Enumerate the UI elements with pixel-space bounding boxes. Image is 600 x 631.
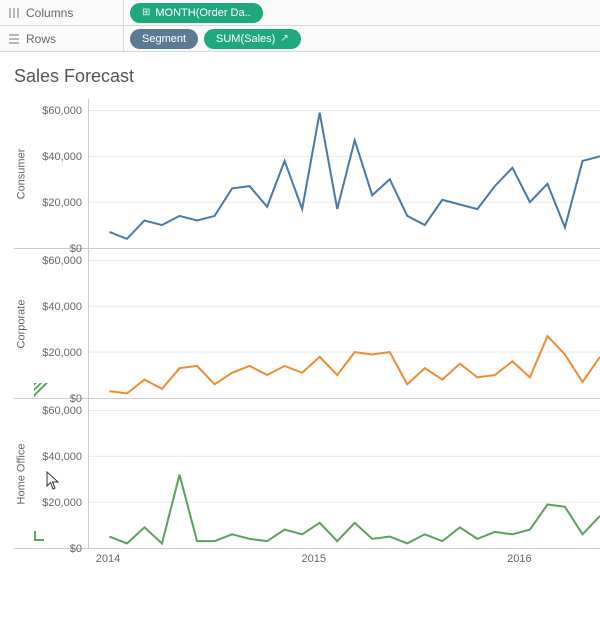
y-tick: $20,000 [42, 497, 82, 509]
panel-corporate: Corporate$0$20,000$40,000$60,000 [14, 249, 600, 399]
series-line-corporate[interactable] [109, 336, 600, 393]
y-tick: $20,000 [42, 197, 82, 209]
x-tick: 2016 [507, 553, 531, 565]
plus-icon: ⊞ [142, 7, 150, 18]
segment-label: Corporate [14, 249, 28, 398]
panel-consumer: Consumer$0$20,000$40,000$60,000 [14, 99, 600, 249]
y-tick: $40,000 [42, 451, 82, 463]
y-axis: $0$20,000$40,000$60,000 [28, 249, 88, 398]
y-tick: $60,000 [42, 405, 82, 417]
y-tick: $0 [70, 543, 82, 555]
rows-label-text: Rows [26, 32, 56, 46]
pill-sum-sales[interactable]: SUM(Sales) ↗ [204, 29, 301, 49]
y-axis: $0$20,000$40,000$60,000 [28, 399, 88, 548]
pill-label: Segment [142, 33, 186, 45]
series-line-home-office[interactable] [109, 475, 600, 544]
columns-shelf-label: Columns [0, 0, 124, 25]
rows-shelf[interactable]: Rows Segment SUM(Sales) ↗ [0, 26, 600, 52]
rows-icon [8, 33, 20, 45]
y-tick: $40,000 [42, 151, 82, 163]
pill-segment[interactable]: Segment [130, 29, 198, 49]
y-axis: $0$20,000$40,000$60,000 [28, 99, 88, 248]
rows-shelf-label: Rows [0, 26, 124, 51]
viz-container: Consumer $0 $20,000 $40,000 $60,000 Corporate… [0, 99, 600, 579]
panel-home-office: Home Office$0$20,000$40,000$60,000 [14, 399, 600, 549]
pill-label: MONTH(Order Da.. [155, 7, 250, 19]
y-tick: $20,000 [42, 347, 82, 359]
rows-pills: Segment SUM(Sales) ↗ [124, 29, 301, 49]
y-tick: $60,000 [42, 105, 82, 117]
columns-icon [8, 7, 20, 19]
segment-label-text: Home Office [15, 443, 27, 504]
columns-pills: ⊞ MONTH(Order Da.. [124, 3, 263, 23]
x-tick: 2015 [301, 553, 325, 565]
pill-label: SUM(Sales) [216, 33, 275, 45]
segment-label: Home Office [14, 399, 28, 548]
segment-label: Consumer [14, 99, 28, 248]
forecast-icon: ↗ [280, 33, 288, 44]
y-tick: $60,000 [42, 255, 82, 267]
y-tick: $40,000 [42, 301, 82, 313]
segment-label-text: Corporate [15, 299, 27, 348]
columns-label-text: Columns [26, 6, 73, 20]
x-tick: 2014 [96, 553, 120, 565]
chart-title: Sales Forecast [0, 52, 600, 93]
columns-shelf[interactable]: Columns ⊞ MONTH(Order Da.. [0, 0, 600, 26]
segment-label-text: Consumer [15, 148, 27, 199]
plot-area[interactable] [88, 99, 600, 248]
pill-month-orderdate[interactable]: ⊞ MONTH(Order Da.. [130, 3, 263, 23]
plot-area[interactable] [88, 249, 600, 398]
series-line-consumer[interactable] [109, 113, 600, 239]
x-axis: 2014 2015 2016 [14, 549, 600, 579]
plot-area[interactable] [88, 399, 600, 548]
